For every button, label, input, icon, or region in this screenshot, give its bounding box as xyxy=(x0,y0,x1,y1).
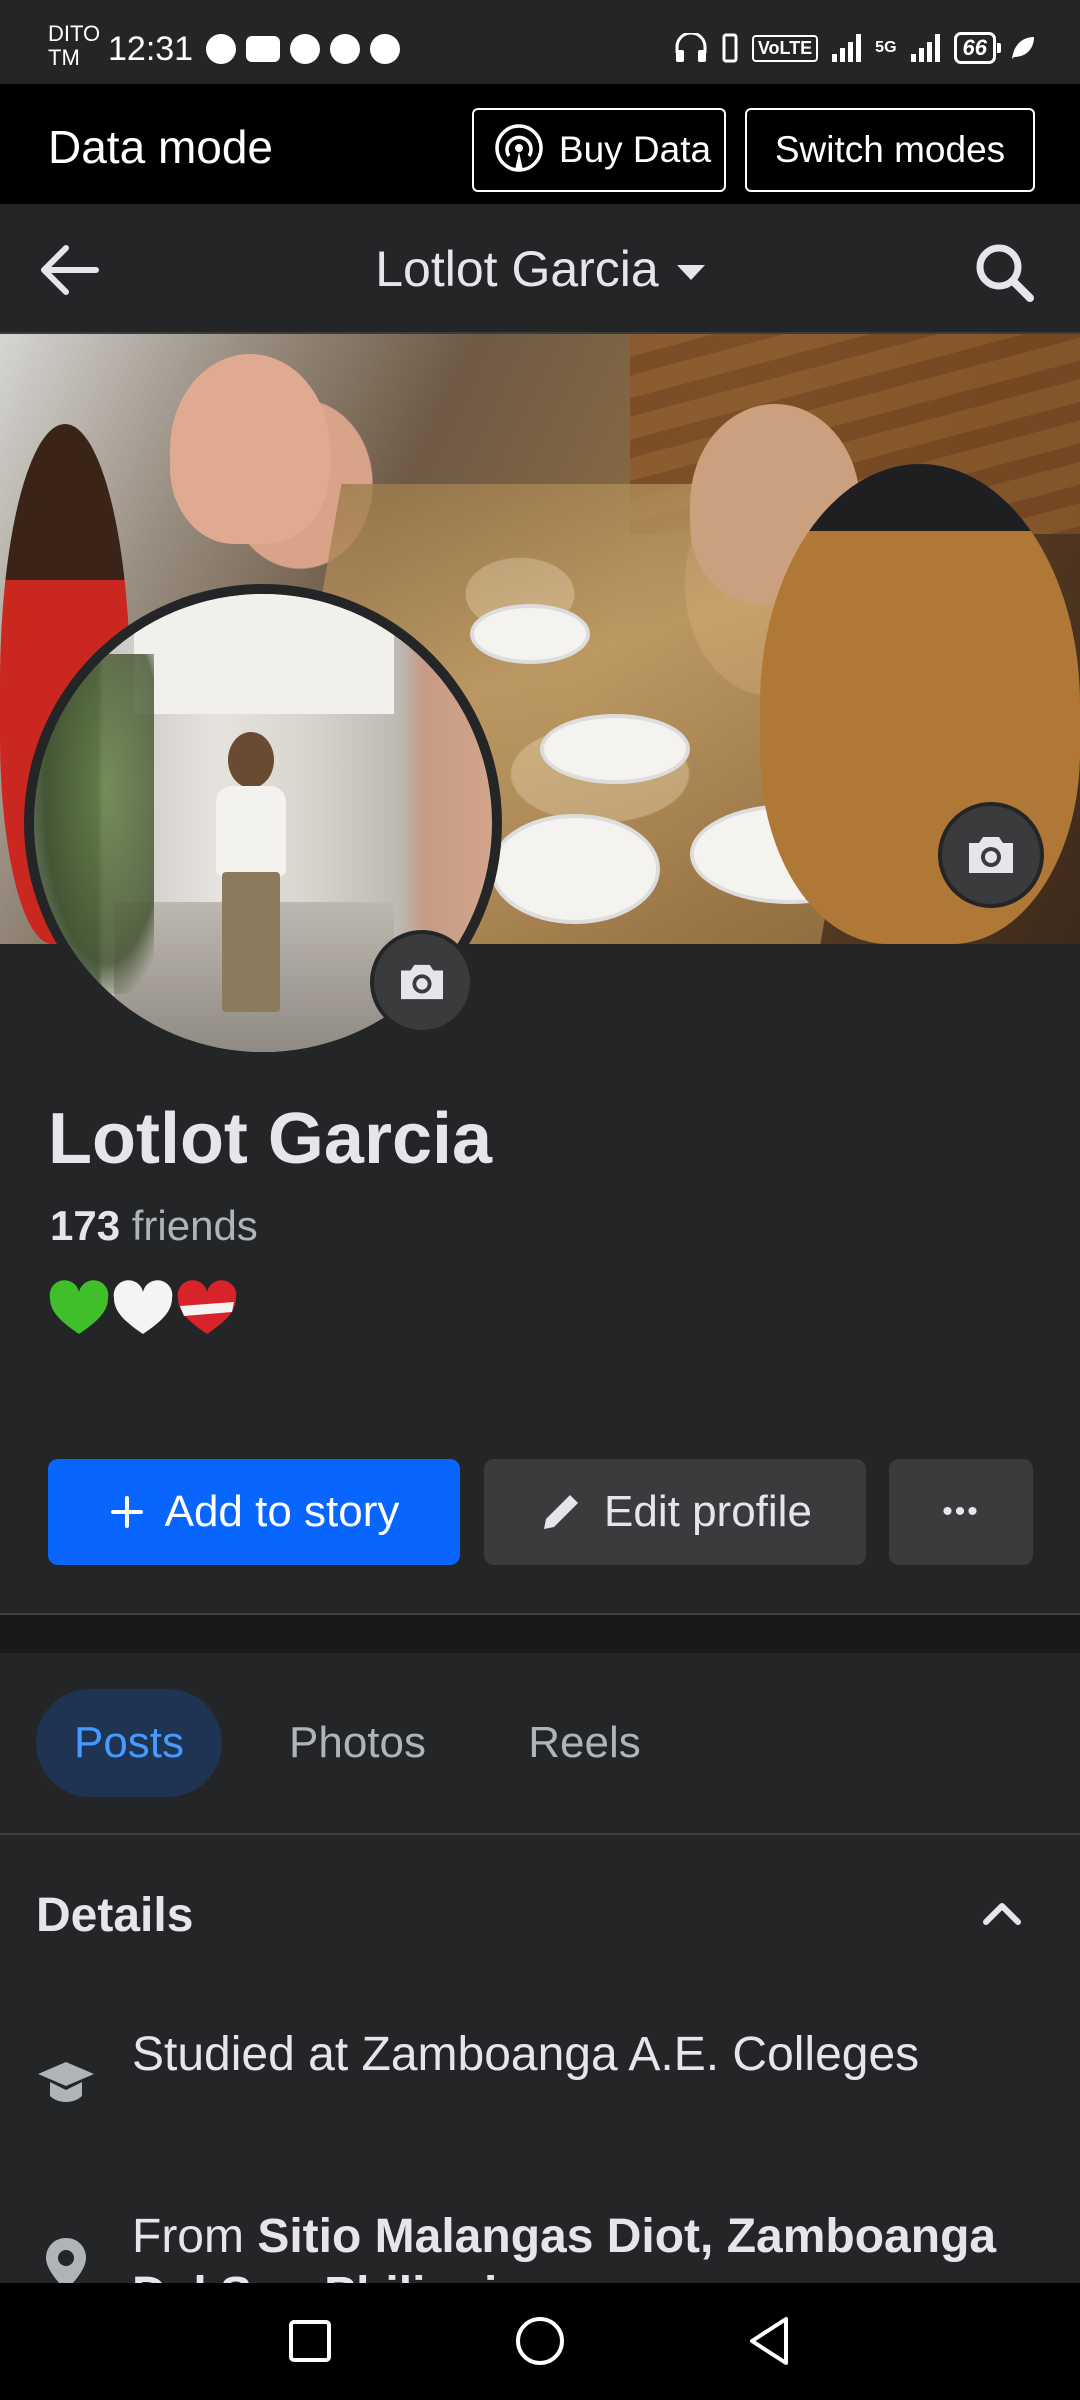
avatar-person-head xyxy=(228,732,274,788)
data-mode-title: Data mode xyxy=(48,121,274,173)
profile-switcher[interactable]: Lotlot Garcia xyxy=(0,240,1080,298)
cover-plate xyxy=(490,814,660,924)
avatar-ceiling xyxy=(134,594,394,714)
search-icon[interactable] xyxy=(972,240,1036,304)
chevron-up-icon[interactable] xyxy=(980,1898,1024,1928)
profile-camera-button[interactable] xyxy=(370,930,474,1034)
switch-modes-button[interactable]: Switch modes xyxy=(745,108,1035,192)
friends-count[interactable]: 173 friends xyxy=(50,1202,258,1250)
signal-icon-2 xyxy=(910,34,940,62)
brave-icon xyxy=(206,34,236,64)
back-triangle-icon[interactable] xyxy=(740,2311,800,2371)
camera-icon xyxy=(401,964,443,1000)
system-navigation-bar xyxy=(0,2283,1080,2400)
profile-tabs: Posts Photos Reels xyxy=(0,1653,1080,1833)
carrier-suffix: TM xyxy=(48,45,80,70)
signal-icon xyxy=(832,34,862,62)
friends-label: friends xyxy=(131,1202,258,1249)
green-heart-icon xyxy=(49,1280,109,1334)
tab-reels[interactable]: Reels xyxy=(502,1689,667,1797)
buy-data-label: Buy Data xyxy=(558,129,712,170)
add-to-story-label: Add to story xyxy=(164,1487,400,1536)
profile-navbar: Lotlot Garcia xyxy=(0,204,1080,334)
divider xyxy=(0,1833,1080,1835)
antenna-icon xyxy=(495,124,543,172)
edit-profile-label: Edit profile xyxy=(604,1487,812,1536)
avatar-person xyxy=(210,732,290,1032)
clock: 12:31 xyxy=(108,30,194,68)
detail-education: Studied at Zamboanga A.E. Colleges xyxy=(36,2026,1032,2112)
more-dots-icon: ••• xyxy=(942,1495,980,1528)
buy-data-button[interactable]: Buy Data xyxy=(472,108,726,192)
facebook-icon xyxy=(290,34,320,64)
tab-posts[interactable]: Posts xyxy=(36,1689,222,1797)
headphones-icon xyxy=(675,33,707,62)
graduation-cap-icon xyxy=(38,2062,94,2102)
red-white-heart-icon xyxy=(177,1280,237,1334)
education-text: Studied at Zamboanga A.E. Colleges xyxy=(132,2028,920,2081)
plus-icon xyxy=(110,1496,143,1528)
carrier-label: DITO TM xyxy=(48,22,100,70)
pencil-icon xyxy=(544,1495,579,1529)
volte-badge: VoLTE xyxy=(751,34,819,62)
system-icons: VoLTE 5G 66 xyxy=(674,32,1036,64)
carrier-name: DITO xyxy=(48,21,101,46)
friends-number: 173 xyxy=(50,1202,121,1249)
cover-plate xyxy=(470,604,590,664)
camera-icon xyxy=(969,837,1013,873)
network-type: 5G xyxy=(875,39,897,56)
tab-photos[interactable]: Photos xyxy=(260,1689,455,1797)
more-options-button[interactable]: ••• xyxy=(889,1459,1033,1565)
cover-plate xyxy=(540,714,690,784)
youtube-icon xyxy=(246,36,280,62)
details-heading: Details xyxy=(36,1889,194,1942)
cover-camera-button[interactable] xyxy=(938,802,1044,908)
chrome-icon xyxy=(330,34,360,64)
vibrate-icon xyxy=(722,33,738,63)
notification-icons xyxy=(206,34,400,64)
section-gap xyxy=(0,1615,1080,1653)
edit-profile-button[interactable]: Edit profile xyxy=(484,1459,866,1565)
recents-square-icon[interactable] xyxy=(280,2311,340,2371)
bio-hearts xyxy=(48,1280,238,1338)
battery-icon: 66 xyxy=(953,32,1002,64)
avatar-plant xyxy=(34,654,154,994)
avatar-person-pants xyxy=(222,872,280,1012)
home-circle-icon[interactable] xyxy=(510,2311,570,2371)
add-to-story-button[interactable]: Add to story xyxy=(48,1459,460,1565)
white-heart-icon xyxy=(113,1280,173,1334)
chrome-icon-2 xyxy=(370,34,400,64)
status-bar: DITO TM 12:31 VoLTE 5G 66 xyxy=(0,0,1080,84)
cover-person xyxy=(170,354,330,544)
data-mode-bar: Data mode Buy Data Switch modes xyxy=(0,84,1080,204)
avatar-person-top xyxy=(216,786,286,876)
nav-profile-name: Lotlot Garcia xyxy=(375,241,659,297)
leaf-icon xyxy=(1012,37,1034,59)
caret-down-icon xyxy=(676,265,705,281)
profile-name: Lotlot Garcia xyxy=(48,1099,493,1179)
from-prefix: From xyxy=(132,2210,258,2263)
